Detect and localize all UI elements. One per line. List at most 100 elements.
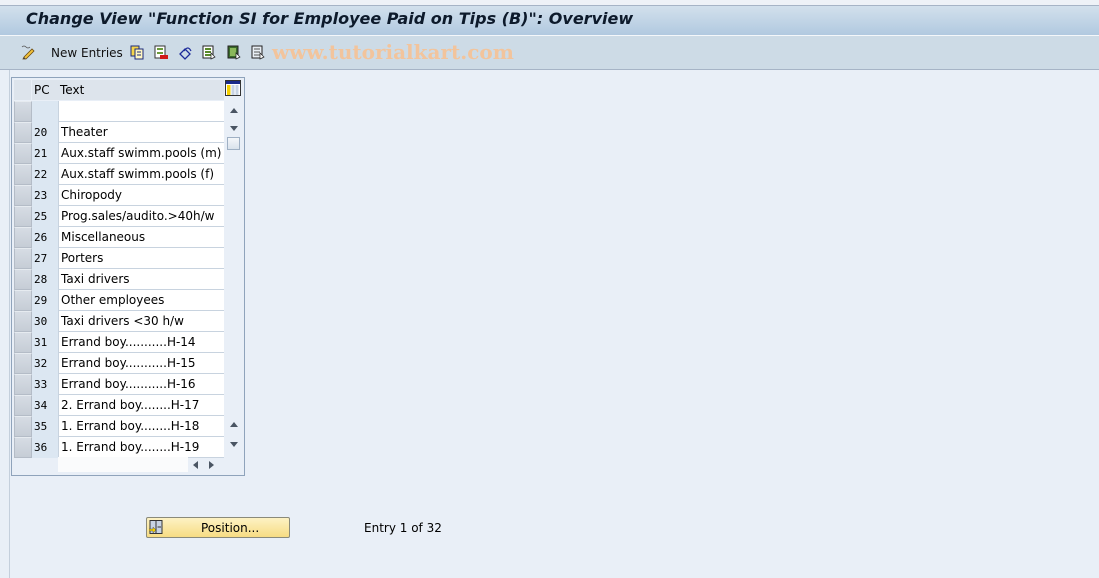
application-toolbar: New Entries www.tutorialkart.com: [0, 36, 1099, 70]
position-button[interactable]: Position...: [146, 517, 290, 538]
row-selector[interactable]: [14, 416, 32, 437]
pc-cell: 20: [32, 122, 58, 143]
scroll-thumb[interactable]: [227, 137, 240, 150]
table-row[interactable]: 30 Taxi drivers <30 h/w: [14, 311, 224, 332]
horizontal-scroll-track[interactable]: [58, 457, 188, 472]
pc-cell: 33: [32, 374, 58, 395]
text-cell: Taxi drivers <30 h/w: [58, 311, 224, 332]
select-all-button[interactable]: [202, 44, 216, 61]
arrow-down-icon: [229, 125, 238, 131]
table-row[interactable]: 33 Errand boy...........H-16: [14, 374, 224, 395]
row-selector[interactable]: [14, 395, 32, 416]
left-border: [9, 70, 10, 578]
row-selector[interactable]: [14, 122, 32, 143]
table-row[interactable]: 29 Other employees: [14, 290, 224, 311]
table-row[interactable]: 22 Aux.staff swimm.pools (f): [14, 164, 224, 185]
copy-as-button[interactable]: [130, 44, 144, 61]
pc-cell: 36: [32, 437, 58, 458]
arrow-right-icon: [208, 460, 214, 469]
watermark-text: www.tutorialkart.com: [272, 40, 514, 64]
text-cell: Porters: [58, 248, 224, 269]
pc-cell: 34: [32, 395, 58, 416]
arrow-left-icon: [192, 460, 198, 469]
select-all-rows-button[interactable]: [14, 80, 31, 100]
column-header-pc[interactable]: PC: [32, 80, 59, 100]
pc-cell: 31: [32, 332, 58, 353]
position-button-label: Position...: [201, 521, 260, 535]
row-selector[interactable]: [14, 206, 32, 227]
row-selector[interactable]: [14, 143, 32, 164]
text-cell: Aux.staff swimm.pools (f): [58, 164, 224, 185]
table-settings-icon: [225, 80, 241, 96]
pc-cell: 22: [32, 164, 58, 185]
deselect-all-icon: [251, 45, 265, 60]
row-selector[interactable]: [14, 227, 32, 248]
pc-cell: 30: [32, 311, 58, 332]
table-row[interactable]: 27 Porters: [14, 248, 224, 269]
row-selector[interactable]: [14, 164, 32, 185]
text-cell: Errand boy...........H-14: [58, 332, 224, 353]
table-row[interactable]: 34 2. Errand boy........H-17: [14, 395, 224, 416]
table-row[interactable]: 32 Errand boy...........H-15: [14, 353, 224, 374]
text-cell: Taxi drivers: [58, 269, 224, 290]
horizontal-scrollbar[interactable]: [58, 457, 222, 472]
table-row[interactable]: 35 1. Errand boy........H-18: [14, 416, 224, 437]
text-cell: 1. Errand boy........H-18: [58, 416, 224, 437]
column-header-text[interactable]: Text: [58, 80, 224, 100]
vertical-scrollbar[interactable]: [225, 101, 242, 455]
table-row[interactable]: [14, 101, 224, 122]
pc-cell: 23: [32, 185, 58, 206]
table-rows: 20 Theater 21 Aux.staff swimm.pools (m) 22 Au…: [14, 101, 224, 458]
pc-cell: 25: [32, 206, 58, 227]
select-all-icon: [202, 45, 216, 60]
row-selector[interactable]: [14, 248, 32, 269]
row-selector[interactable]: [14, 101, 32, 122]
entry-counter: Entry 1 of 32: [364, 521, 442, 535]
scroll-up-button[interactable]: [225, 101, 242, 119]
table-row[interactable]: 26 Miscellaneous: [14, 227, 224, 248]
scroll-down-button[interactable]: [225, 119, 242, 137]
table-settings-button[interactable]: [225, 80, 242, 98]
table-row[interactable]: 36 1. Errand boy........H-19: [14, 437, 224, 458]
row-selector[interactable]: [14, 290, 32, 311]
text-cell: Theater: [58, 122, 224, 143]
page-down-button[interactable]: [225, 435, 242, 453]
page-title: Change View "Function SI for Employee Pa…: [26, 9, 634, 28]
undo-change-icon: [178, 45, 192, 60]
pc-cell: 29: [32, 290, 58, 311]
pc-cell: 35: [32, 416, 58, 437]
arrow-up-icon: [229, 421, 238, 427]
text-cell: Errand boy...........H-15: [58, 353, 224, 374]
table-row[interactable]: 31 Errand boy...........H-14: [14, 332, 224, 353]
page-up-button[interactable]: [225, 415, 242, 433]
pc-cell: [32, 101, 58, 122]
delete-button[interactable]: [154, 44, 168, 61]
scroll-left-button[interactable]: [188, 457, 202, 472]
title-bar: Change View "Function SI for Employee Pa…: [0, 6, 1099, 36]
arrow-up-icon: [229, 107, 238, 113]
table-row[interactable]: 25 Prog.sales/audito.>40h/w: [14, 206, 224, 227]
row-selector[interactable]: [14, 311, 32, 332]
table-row[interactable]: 21 Aux.staff swimm.pools (m): [14, 143, 224, 164]
row-selector[interactable]: [14, 332, 32, 353]
text-cell: [58, 101, 224, 122]
position-icon: [148, 520, 163, 534]
table-row[interactable]: 28 Taxi drivers: [14, 269, 224, 290]
new-entries-button[interactable]: New Entries: [21, 44, 123, 61]
text-cell: 1. Errand boy........H-19: [58, 437, 224, 458]
row-selector[interactable]: [14, 353, 32, 374]
row-selector[interactable]: [14, 269, 32, 290]
row-selector[interactable]: [14, 185, 32, 206]
table-row[interactable]: 23 Chiropody: [14, 185, 224, 206]
table-row[interactable]: 20 Theater: [14, 122, 224, 143]
deselect-all-button[interactable]: [251, 44, 265, 61]
pc-cell: 26: [32, 227, 58, 248]
undo-change-button[interactable]: [178, 44, 192, 61]
scroll-right-button[interactable]: [204, 457, 218, 472]
row-selector[interactable]: [14, 437, 32, 458]
text-cell: Miscellaneous: [58, 227, 224, 248]
arrow-down-icon: [229, 441, 238, 447]
row-selector[interactable]: [14, 374, 32, 395]
text-cell: Prog.sales/audito.>40h/w: [58, 206, 224, 227]
select-block-button[interactable]: [227, 44, 241, 61]
